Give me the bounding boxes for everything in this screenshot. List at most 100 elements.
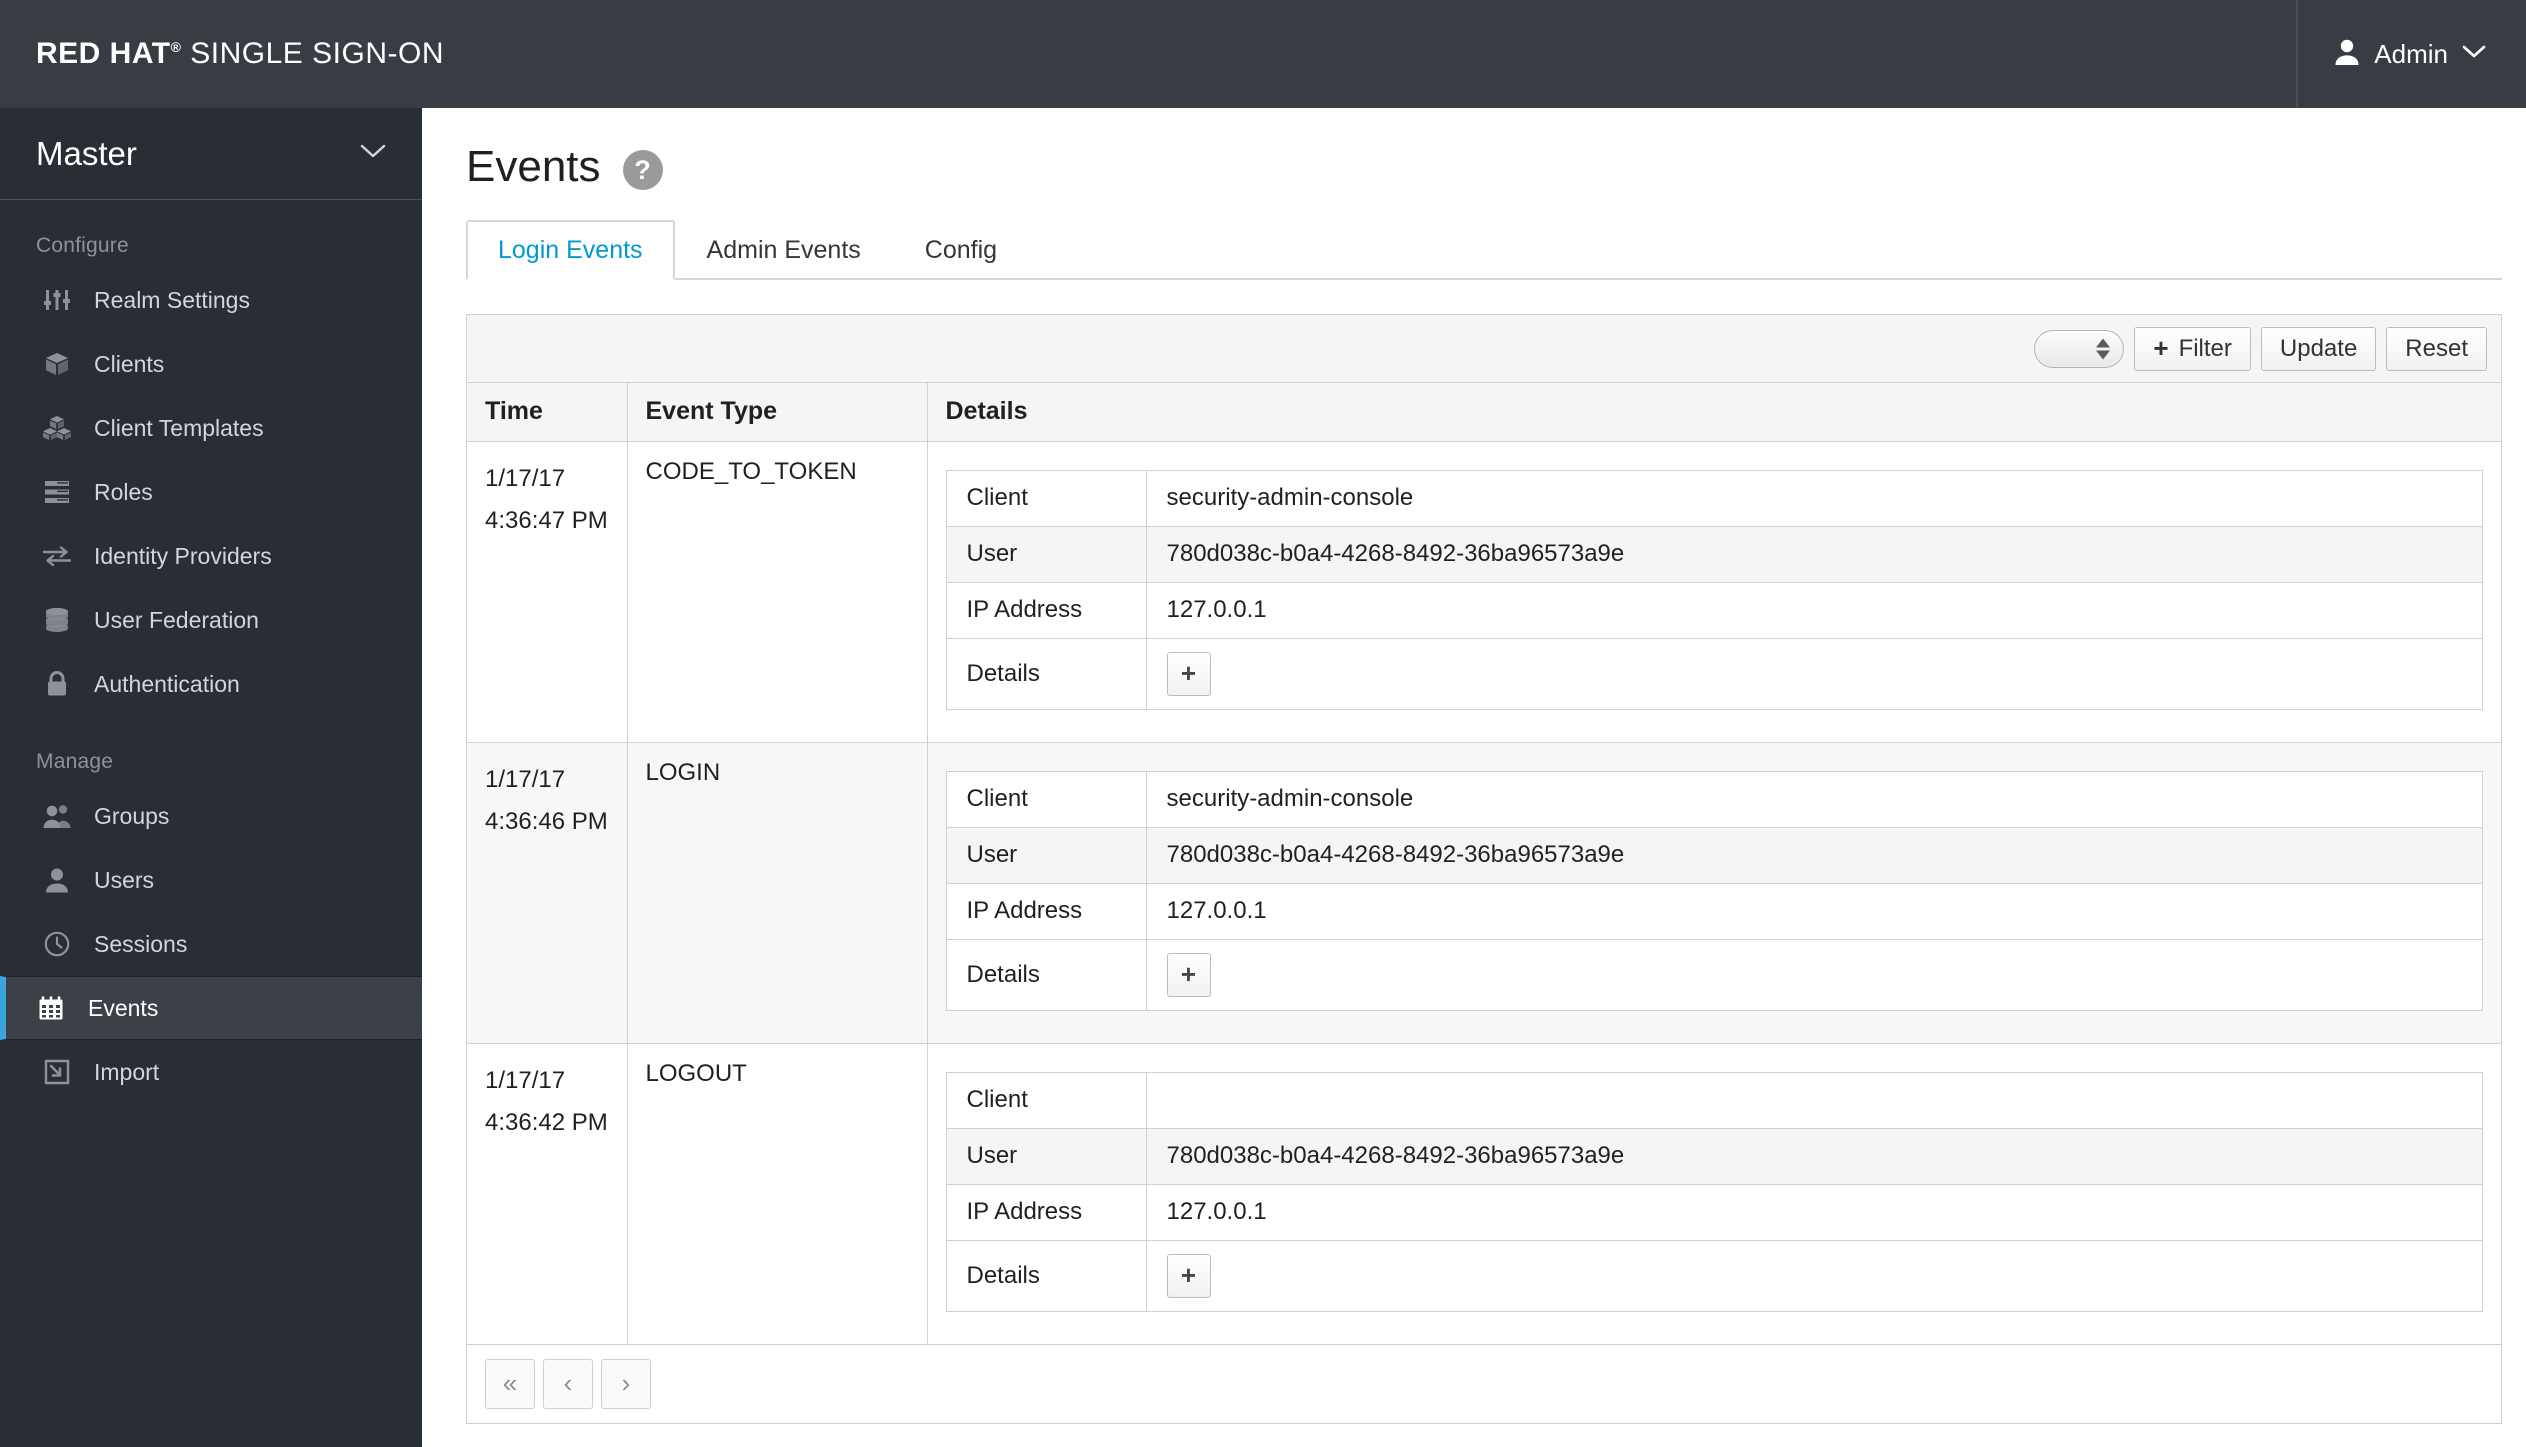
user-icon	[42, 867, 72, 893]
detail-row-details: Details +	[945, 1239, 2483, 1312]
filter-button[interactable]: + Filter	[2134, 326, 2251, 371]
select-arrows-icon	[2095, 338, 2111, 359]
event-detail-table: Client security-admin-console User 780d038c…	[945, 770, 2483, 1011]
update-button-label: Update	[2279, 334, 2358, 362]
event-date: 1/17/17	[485, 1066, 566, 1094]
detail-row-ip-address: IP Address 127.0.0.1	[945, 1183, 2483, 1241]
detail-key-client: Client	[945, 469, 1147, 527]
detail-value-user: 780d038c-b0a4-4268-8492-36ba96573a9e	[1145, 525, 2483, 583]
detail-row-details: Details +	[945, 637, 2483, 710]
detail-value-client	[1145, 1071, 2483, 1129]
reset-button-label: Reset	[2405, 334, 2468, 362]
sidebar-item-user-federation[interactable]: User Federation	[0, 588, 422, 652]
clock-icon	[42, 931, 72, 957]
calendar-icon	[36, 995, 66, 1021]
sidebar-item-clients[interactable]: Clients	[0, 332, 422, 396]
detail-value-details: +	[1145, 1239, 2483, 1312]
event-time: 4:36:42 PM	[485, 1108, 608, 1136]
update-button[interactable]: Update	[2260, 326, 2377, 371]
detail-row-user: User 780d038c-b0a4-4268-8492-36ba96573a9e	[945, 525, 2483, 583]
sidebar-item-events[interactable]: Events	[0, 976, 422, 1040]
detail-row-client: Client	[945, 1071, 2483, 1129]
pagination-first-button[interactable]: «	[485, 1358, 535, 1409]
event-date: 1/17/17	[485, 464, 566, 492]
sidebar-item-label: Identity Providers	[94, 542, 272, 569]
sidebar-item-label: Import	[94, 1058, 160, 1085]
main-content: Events ? Login Events Admin Events Config …	[422, 108, 2526, 1447]
detail-value-details: +	[1145, 637, 2483, 710]
events-table-head: Time Event Type Details	[467, 383, 2501, 442]
user-name-label: Admin	[2374, 38, 2448, 69]
sidebar-item-users[interactable]: Users	[0, 848, 422, 912]
sidebar-section-label-configure: Configure	[36, 234, 129, 257]
realm-name-label: Master	[36, 134, 137, 172]
tab-admin-events[interactable]: Admin Events	[675, 220, 893, 280]
table-row: 1/17/17 4:36:47 PM CODE_TO_TOKEN Client secu…	[467, 441, 2501, 743]
user-menu[interactable]: Admin	[2296, 0, 2526, 108]
realm-selector[interactable]: Master	[0, 108, 422, 200]
page-header: Events ?	[466, 108, 2502, 192]
database-icon	[42, 607, 72, 633]
sidebar-item-identity-providers[interactable]: Identity Providers	[0, 524, 422, 588]
detail-key-client: Client	[945, 1071, 1147, 1129]
event-detail-table: Client security-admin-console User 780d038c…	[945, 469, 2483, 710]
detail-key-details: Details	[945, 938, 1147, 1011]
cell-details: Client security-admin-console User 780d038c…	[927, 742, 2501, 1044]
detail-row-details: Details +	[945, 938, 2483, 1011]
detail-row-ip-address: IP Address 127.0.0.1	[945, 581, 2483, 639]
sidebar-item-label: Users	[94, 866, 155, 893]
event-detail-table: Client User 780d038c-b0a4-4268-8492-36ba96…	[945, 1071, 2483, 1312]
events-table: Time Event Type Details 1/17/17 4:36:47 P…	[467, 383, 2501, 1345]
detail-key-ip-address: IP Address	[945, 882, 1147, 940]
user-icon	[2334, 38, 2360, 71]
events-table-body: 1/17/17 4:36:47 PM CODE_TO_TOKEN Client secu…	[467, 441, 2501, 1345]
detail-key-user: User	[945, 1127, 1147, 1185]
sidebar-item-client-templates[interactable]: Client Templates	[0, 396, 422, 460]
expand-details-button[interactable]: +	[1166, 952, 1211, 997]
sidebar-item-sessions[interactable]: Sessions	[0, 912, 422, 976]
cell-event-type: CODE_TO_TOKEN	[627, 441, 928, 743]
sidebar-item-label: User Federation	[94, 606, 259, 633]
pagination-next-button[interactable]: ›	[601, 1358, 651, 1409]
cell-time: 1/17/17 4:36:46 PM	[467, 742, 628, 1044]
expand-details-button[interactable]: +	[1166, 651, 1211, 696]
event-type-select[interactable]	[2034, 329, 2125, 368]
top-navbar: RED HAT® SINGLE SIGN-ON Admin	[0, 0, 2526, 108]
reset-button[interactable]: Reset	[2386, 326, 2487, 371]
users-icon	[42, 803, 72, 829]
expand-details-button[interactable]: +	[1166, 1253, 1211, 1298]
brand-registered-mark: ®	[170, 39, 182, 55]
tab-login-events[interactable]: Login Events	[466, 220, 675, 280]
filter-button-label: Filter	[2178, 334, 2232, 362]
event-date: 1/17/17	[485, 765, 566, 793]
detail-value-user: 780d038c-b0a4-4268-8492-36ba96573a9e	[1145, 1127, 2483, 1185]
detail-key-details: Details	[945, 637, 1147, 710]
detail-value-details: +	[1145, 938, 2483, 1011]
sidebar-item-label: Groups	[94, 802, 170, 829]
help-icon[interactable]: ?	[622, 150, 663, 190]
sidebar-item-realm-settings[interactable]: Realm Settings	[0, 268, 422, 332]
cell-time: 1/17/17 4:36:47 PM	[467, 441, 628, 743]
brand-redhat-text: RED HAT	[36, 37, 171, 70]
detail-key-client: Client	[945, 770, 1147, 828]
cell-event-type: LOGOUT	[627, 1043, 928, 1345]
detail-row-client: Client security-admin-console	[945, 469, 2483, 527]
table-row: 1/17/17 4:36:42 PM LOGOUT Client User 780d038…	[467, 1043, 2501, 1345]
table-row: 1/17/17 4:36:46 PM LOGIN Client security-adm…	[467, 742, 2501, 1044]
cell-details: Client User 780d038c-b0a4-4268-8492-36ba96…	[927, 1043, 2501, 1345]
tab-config[interactable]: Config	[893, 220, 1029, 280]
detail-key-ip-address: IP Address	[945, 581, 1147, 639]
detail-key-ip-address: IP Address	[945, 1183, 1147, 1241]
lock-icon	[42, 671, 72, 697]
detail-row-ip-address: IP Address 127.0.0.1	[945, 882, 2483, 940]
sidebar-item-authentication[interactable]: Authentication	[0, 652, 422, 716]
pagination-prev-button[interactable]: ‹	[543, 1358, 593, 1409]
exchange-icon	[42, 546, 72, 566]
sidebar: Master Configure Realm Settings Clients Cli…	[0, 108, 422, 1447]
sidebar-item-roles[interactable]: Roles	[0, 460, 422, 524]
sidebar-item-groups[interactable]: Groups	[0, 784, 422, 848]
sidebar-item-import[interactable]: Import	[0, 1040, 422, 1104]
sidebar-item-label: Realm Settings	[94, 286, 250, 313]
event-time: 4:36:46 PM	[485, 807, 608, 835]
detail-row-user: User 780d038c-b0a4-4268-8492-36ba96573a9e	[945, 1127, 2483, 1185]
